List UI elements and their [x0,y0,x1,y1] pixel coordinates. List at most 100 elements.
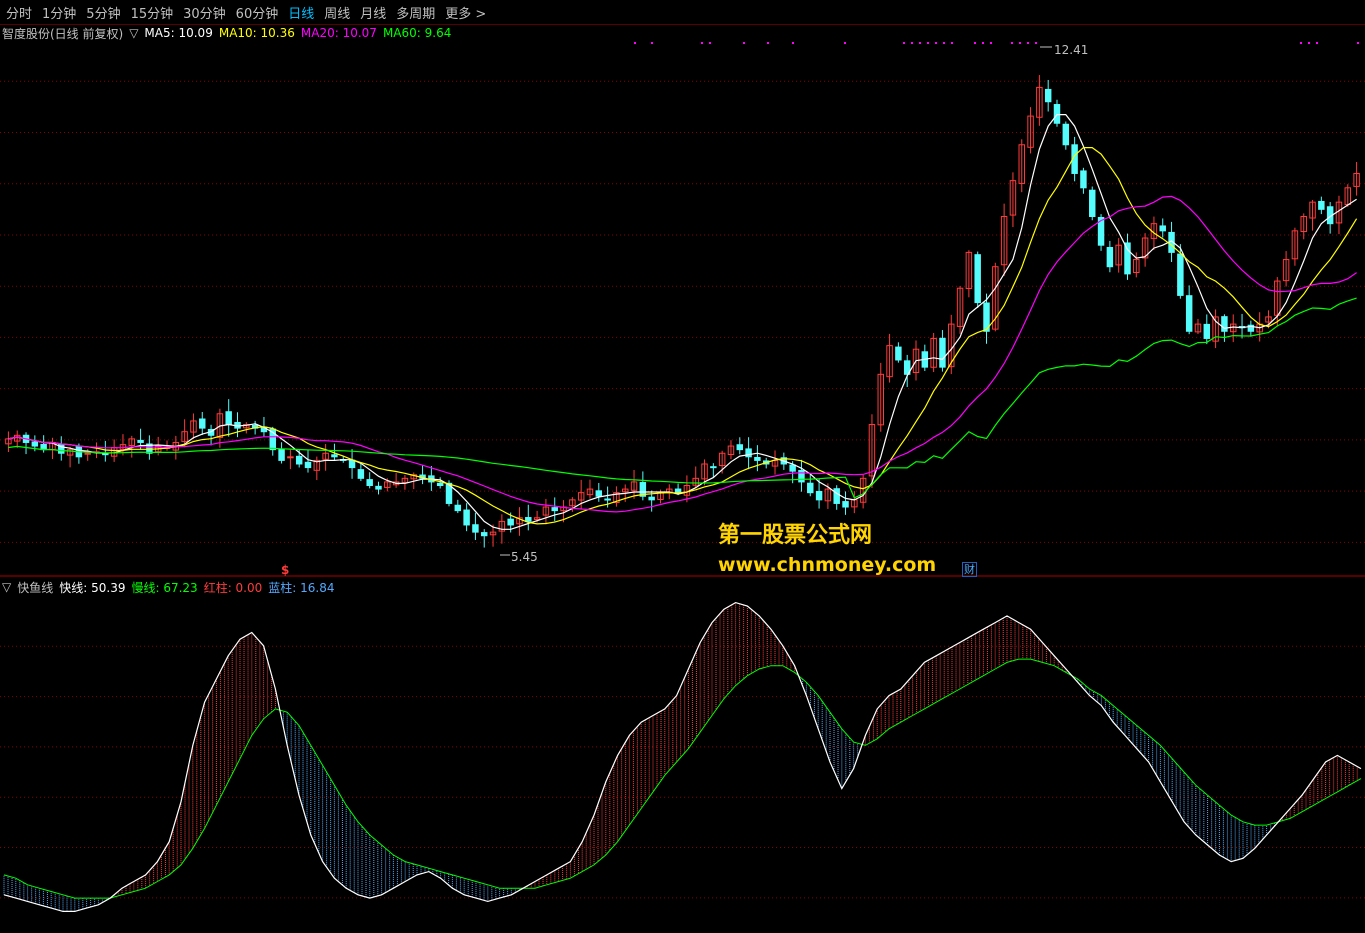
candle-body [754,456,761,461]
tab-9[interactable]: 多周期 [392,3,439,22]
signal-dot [990,42,992,44]
ma5-label: MA5: 10.09 [144,26,213,40]
candle-body [366,479,373,487]
tab-8[interactable]: 月线 [356,3,390,22]
dollar-marker[interactable]: $ [281,563,289,577]
candle-body [1185,295,1193,332]
signal-dot [935,42,937,44]
watermark-title: 第一股票公式网 [718,523,873,548]
tab-7[interactable]: 周线 [320,3,354,22]
candle-body [895,346,902,361]
signal-dot [974,42,976,44]
signal-dot [1035,42,1037,44]
candle-body [595,490,603,497]
candle-body [1124,242,1131,275]
indicator-legend: ▽ 快鱼线 快线: 50.39 慢线: 67.23 红柱: 0.00 蓝柱: 1… [2,579,334,595]
tab-6[interactable]: 日线 [284,3,318,22]
period-toolbar: 分时 1分钟 5分钟 15分钟 30分钟 60分钟 日线 周线 月线 多周期 更多 > [0,0,1365,24]
candle-body [481,532,488,537]
signal-dot [701,42,703,44]
tab-5[interactable]: 60分钟 [232,3,283,22]
main-legend: 智度股份(日线 前复权) ▽ MA5: 10.09 MA10: 10.36 MA… [2,25,451,41]
candle-body [710,466,717,469]
tab-4[interactable]: 30分钟 [179,3,230,22]
signal-dot [1308,42,1310,44]
ma-lines [8,114,1358,530]
candle-body [833,488,840,504]
annotations [500,46,1052,556]
signal-dot [919,42,921,44]
ma20-label: MA20: 10.07 [300,26,377,40]
signal-dot [767,42,769,44]
ma10-label: MA10: 10.36 [218,26,295,40]
candle-body [648,496,655,501]
candle-body [842,501,849,508]
candle-body [348,459,356,469]
tab-1[interactable]: 1分钟 [38,3,80,22]
tab-2[interactable]: 5分钟 [82,3,124,22]
indicator-grid [0,645,1365,899]
candle-body [1062,123,1070,146]
indicator-toggle-icon[interactable]: ▽ [2,580,11,594]
candle-body [1044,88,1052,103]
signal-dot [943,42,945,44]
indicator-lines [3,601,1362,912]
candle-body [1318,200,1325,210]
tab-3[interactable]: 15分钟 [127,3,178,22]
low-price-label: 5.45 [511,550,538,564]
signal-dot [709,42,711,44]
signal-dot [951,42,953,44]
candle-body [674,488,682,494]
signal-dot [792,42,794,44]
candle-body [507,518,514,526]
candle-body [798,469,805,483]
candle-body [84,452,91,455]
tab-0[interactable]: 分时 [2,3,36,22]
candle-body [278,448,285,461]
stock-title: 智度股份(日线 前复权) [2,26,124,41]
candlestick-series [5,75,1360,548]
candle-body [551,507,558,512]
blue-bar-label: 蓝柱: 16.84 [268,580,335,595]
candle-body [736,444,744,451]
candle-body [1053,104,1061,124]
candle-body [199,418,206,429]
candle-body [436,482,444,487]
candle-body [31,441,39,447]
chart-stage [0,23,1365,912]
signal-dot [743,42,745,44]
candle-body [295,455,303,465]
signal-dots [634,42,1359,44]
candle-body [815,490,823,501]
candle-body [331,454,338,458]
candle-body [102,453,109,456]
finance-marker[interactable]: 财 [962,562,977,577]
fast-line-label: 快线: 50.39 [59,580,126,595]
ma10-line [8,147,1358,525]
candle-body [604,498,611,501]
candle-body [1106,246,1114,268]
candle-body [1080,170,1087,189]
signal-dot [651,42,653,44]
candle-body [375,485,382,490]
tab-10[interactable]: 更多 > [441,3,490,22]
slow-line [3,658,1362,899]
candle-body [1089,189,1096,218]
candle-body [287,456,294,459]
candle-body [304,461,312,469]
main-toggle-icon[interactable]: ▽ [129,26,138,40]
candle-body [807,482,814,494]
signal-dot [1300,42,1302,44]
signal-dot [1316,42,1318,44]
candle-body [1203,323,1211,339]
fast-line [3,601,1362,912]
candle-body [357,469,365,479]
slow-line-label: 慢线: 67.23 [131,580,198,595]
signal-dot [1011,42,1013,44]
ma60-label: MA60: 9.64 [382,26,452,40]
candle-body [472,524,479,533]
indicator-name[interactable]: 快鱼线 [17,579,53,596]
signal-dot [1027,42,1029,44]
candle-body [745,448,752,458]
candle-body [225,411,232,426]
